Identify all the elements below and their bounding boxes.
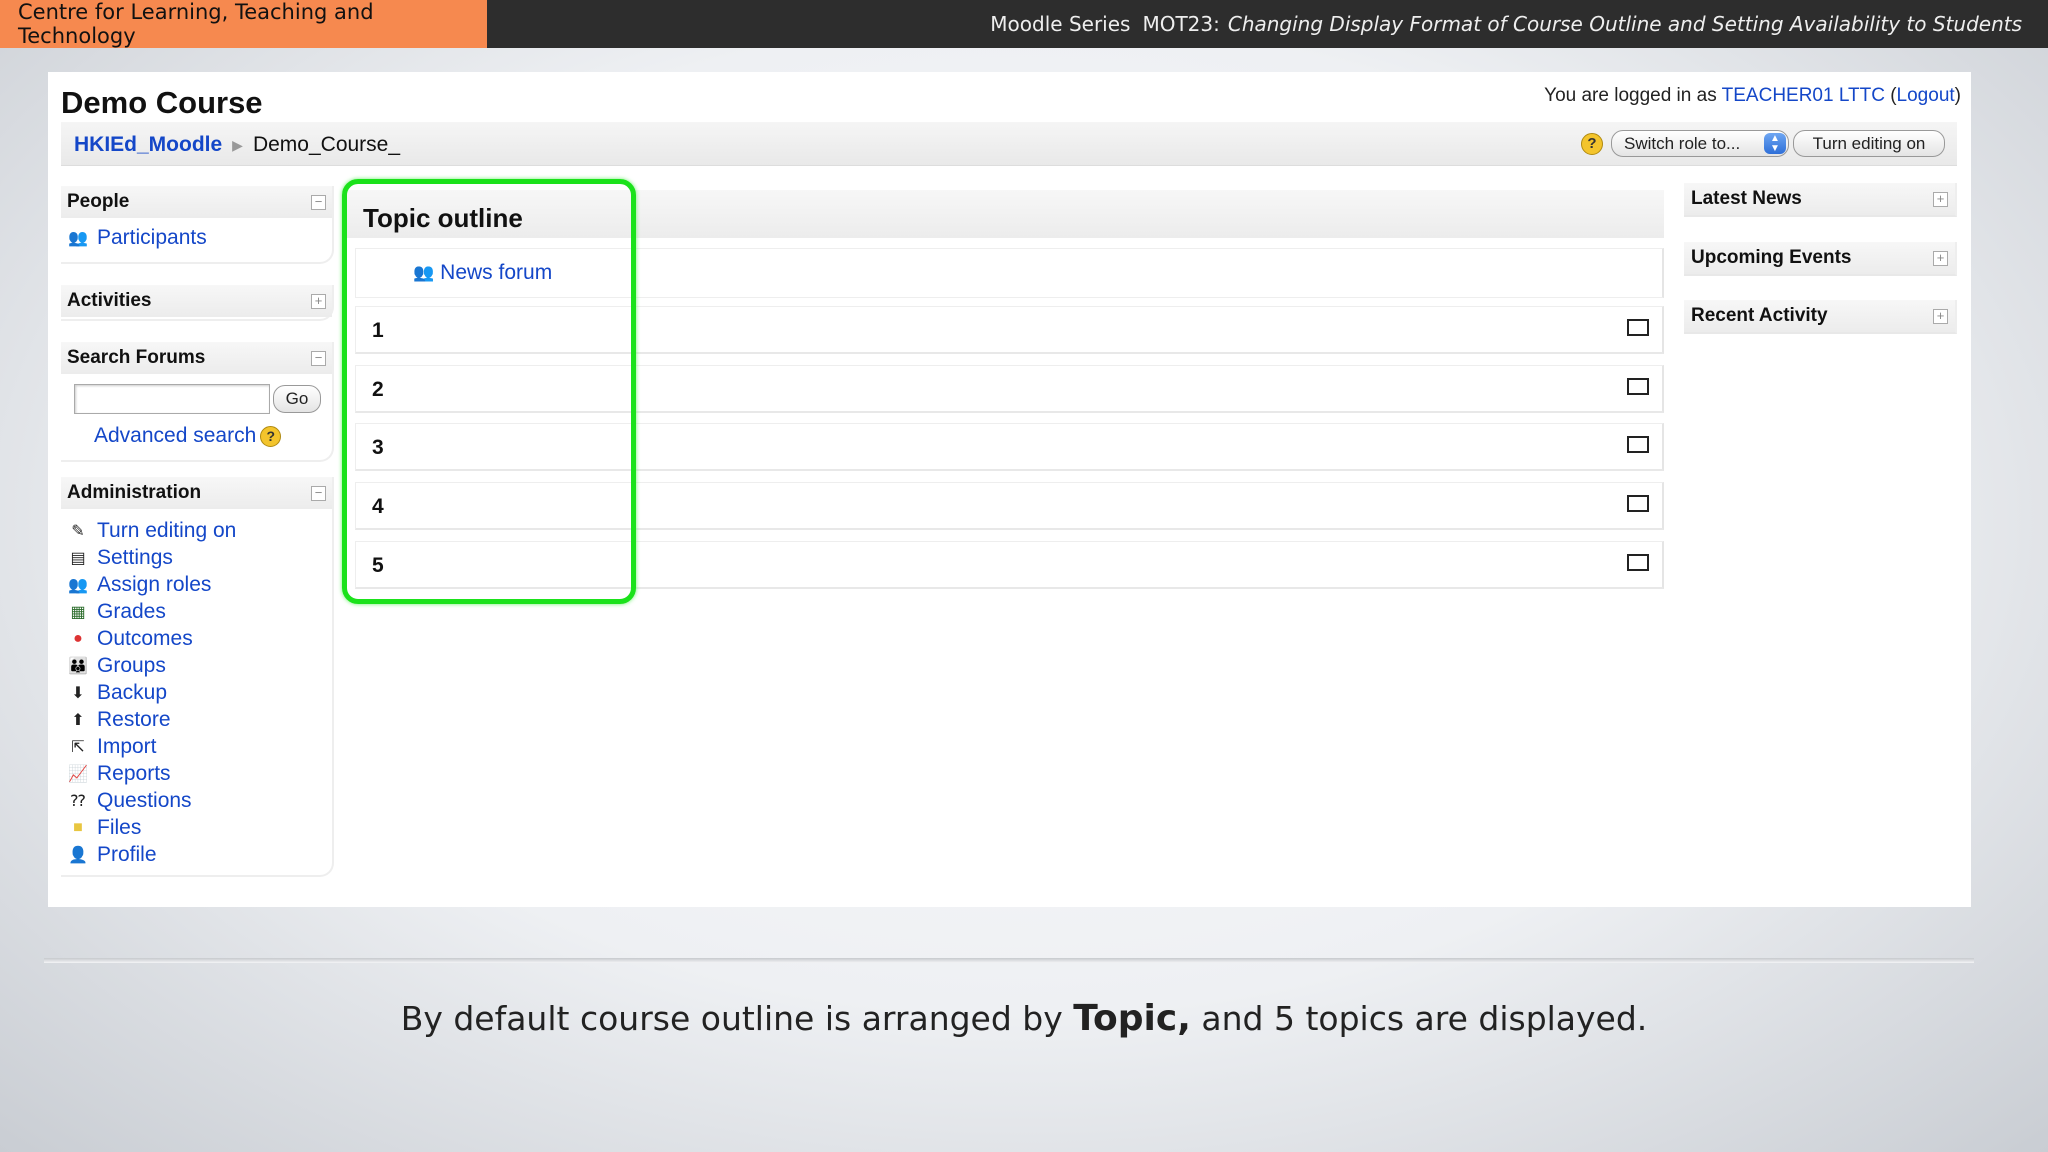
slide-caption: By default course outline is arranged by… <box>400 998 1648 1039</box>
divider <box>44 958 1974 963</box>
administration-block-title: Administration <box>67 482 202 503</box>
backup-icon: ⬇ <box>71 684 85 702</box>
breadcrumb: HKIEd_Moodle ▶ Demo_Course_ <box>74 133 400 157</box>
switch-role-select[interactable]: Switch role to... ▲ ▼ <box>1611 130 1789 157</box>
collapse-icon[interactable]: − <box>311 194 326 210</box>
page-title: Demo Course <box>61 85 263 120</box>
breadcrumb-home-link[interactable]: HKIEd_Moodle <box>74 133 222 157</box>
activities-block-title: Activities <box>67 290 152 311</box>
outcomes-icon: ● <box>73 629 83 647</box>
show-only-topic-checkbox[interactable] <box>1627 495 1649 512</box>
search-forums-input[interactable] <box>74 384 270 414</box>
org-name: Centre for Learning, Teaching and Techno… <box>0 0 487 48</box>
search-forums-block: Search Forums − Go Advanced search ? <box>61 342 334 462</box>
reports-icon: 📈 <box>68 765 88 783</box>
expand-icon[interactable]: + <box>311 293 326 309</box>
expand-icon[interactable]: + <box>1933 250 1948 266</box>
admin-item-groups[interactable]: 👪 Groups <box>61 652 332 679</box>
expand-icon[interactable]: + <box>1933 191 1948 207</box>
groups-icon: 👪 <box>68 657 88 675</box>
admin-item-import[interactable]: ⇱ Import <box>61 733 332 760</box>
admin-item-files[interactable]: ■ Files <box>61 814 332 841</box>
admin-item-turn-editing-on[interactable]: ✎ Turn editing on <box>61 517 332 544</box>
admin-item-reports[interactable]: 📈 Reports <box>61 760 332 787</box>
show-only-topic-checkbox[interactable] <box>1627 554 1649 571</box>
show-only-topic-checkbox[interactable] <box>1627 378 1649 395</box>
admin-menu: ✎ Turn editing on ▤ Settings 👥 Assign roles… <box>61 509 332 868</box>
help-icon[interactable]: ? <box>260 425 282 447</box>
show-only-topic-checkbox[interactable] <box>1627 436 1649 453</box>
logout-link[interactable]: Logout <box>1897 85 1955 106</box>
folder-icon: ■ <box>73 818 83 836</box>
search-forums-block-title: Search Forums <box>67 347 206 368</box>
roles-icon: 👥 <box>68 576 88 594</box>
import-icon: ⇱ <box>71 738 85 756</box>
advanced-search-link[interactable]: Advanced search <box>94 424 256 448</box>
video-title: Moodle Series MOT23: Changing Display Fo… <box>990 0 2022 48</box>
moodle-screenshot: Demo Course You are logged in as TEACHER… <box>48 72 1971 907</box>
expand-icon[interactable]: + <box>1933 308 1948 324</box>
top-banner: Centre for Learning, Teaching and Techno… <box>0 0 2048 48</box>
grades-icon: ▦ <box>70 603 86 621</box>
go-button[interactable]: Go <box>273 385 321 413</box>
admin-item-outcomes[interactable]: ● Outcomes <box>61 625 332 652</box>
admin-item-grades[interactable]: ▦ Grades <box>61 598 332 625</box>
admin-item-restore[interactable]: ⬆ Restore <box>61 706 332 733</box>
admin-item-backup[interactable]: ⬇ Backup <box>61 679 332 706</box>
breadcrumb-current: Demo_Course_ <box>252 133 401 156</box>
edit-icon: ✎ <box>71 522 85 540</box>
lesson-code: MOT23: <box>1142 12 1220 36</box>
administration-block: Administration − ✎ Turn editing on ▤ Setti… <box>61 477 334 877</box>
admin-item-questions[interactable]: ⁇ Questions <box>61 787 332 814</box>
lesson-title: Changing Display Format of Course Outlin… <box>1227 12 2022 36</box>
turn-editing-on-button[interactable]: Turn editing on <box>1793 130 1945 157</box>
topic-highlight-box <box>342 179 636 604</box>
people-block-title: People <box>67 191 130 212</box>
people-block: People − 👥 Participants <box>61 186 334 264</box>
questions-icon: ⁇ <box>70 792 86 810</box>
activities-block: Activities + <box>61 285 334 321</box>
user-link[interactable]: TEACHER01 LTTC <box>1722 85 1885 106</box>
profile-icon: 👤 <box>68 846 88 864</box>
upcoming-events-block: Upcoming Events + <box>1684 242 1957 276</box>
navbar: HKIEd_Moodle ▶ Demo_Course_ ? Switch rol… <box>61 122 1957 166</box>
restore-icon: ⬆ <box>71 711 85 729</box>
settings-icon: ▤ <box>70 549 86 567</box>
recent-activity-block: Recent Activity + <box>1684 300 1957 334</box>
admin-item-settings[interactable]: ▤ Settings <box>61 544 332 571</box>
participants-link[interactable]: 👥 Participants <box>61 224 332 251</box>
latest-news-block: Latest News + <box>1684 183 1957 217</box>
participants-icon: 👥 <box>68 229 88 247</box>
login-info: You are logged in as TEACHER01 LTTC (Log… <box>1544 85 1961 106</box>
show-only-topic-checkbox[interactable] <box>1627 319 1649 336</box>
breadcrumb-separator-icon: ▶ <box>232 136 243 153</box>
help-icon[interactable]: ? <box>1581 132 1603 155</box>
admin-item-profile[interactable]: 👤 Profile <box>61 841 332 868</box>
admin-item-assign-roles[interactable]: 👥 Assign roles <box>61 571 332 598</box>
series-name: Moodle Series <box>990 12 1131 36</box>
collapse-icon[interactable]: − <box>311 485 326 501</box>
collapse-icon[interactable]: − <box>311 350 326 366</box>
select-arrows-icon: ▲ ▼ <box>1764 133 1786 154</box>
nav-controls: ? Switch role to... ▲ ▼ Turn editing on <box>1581 130 1945 157</box>
